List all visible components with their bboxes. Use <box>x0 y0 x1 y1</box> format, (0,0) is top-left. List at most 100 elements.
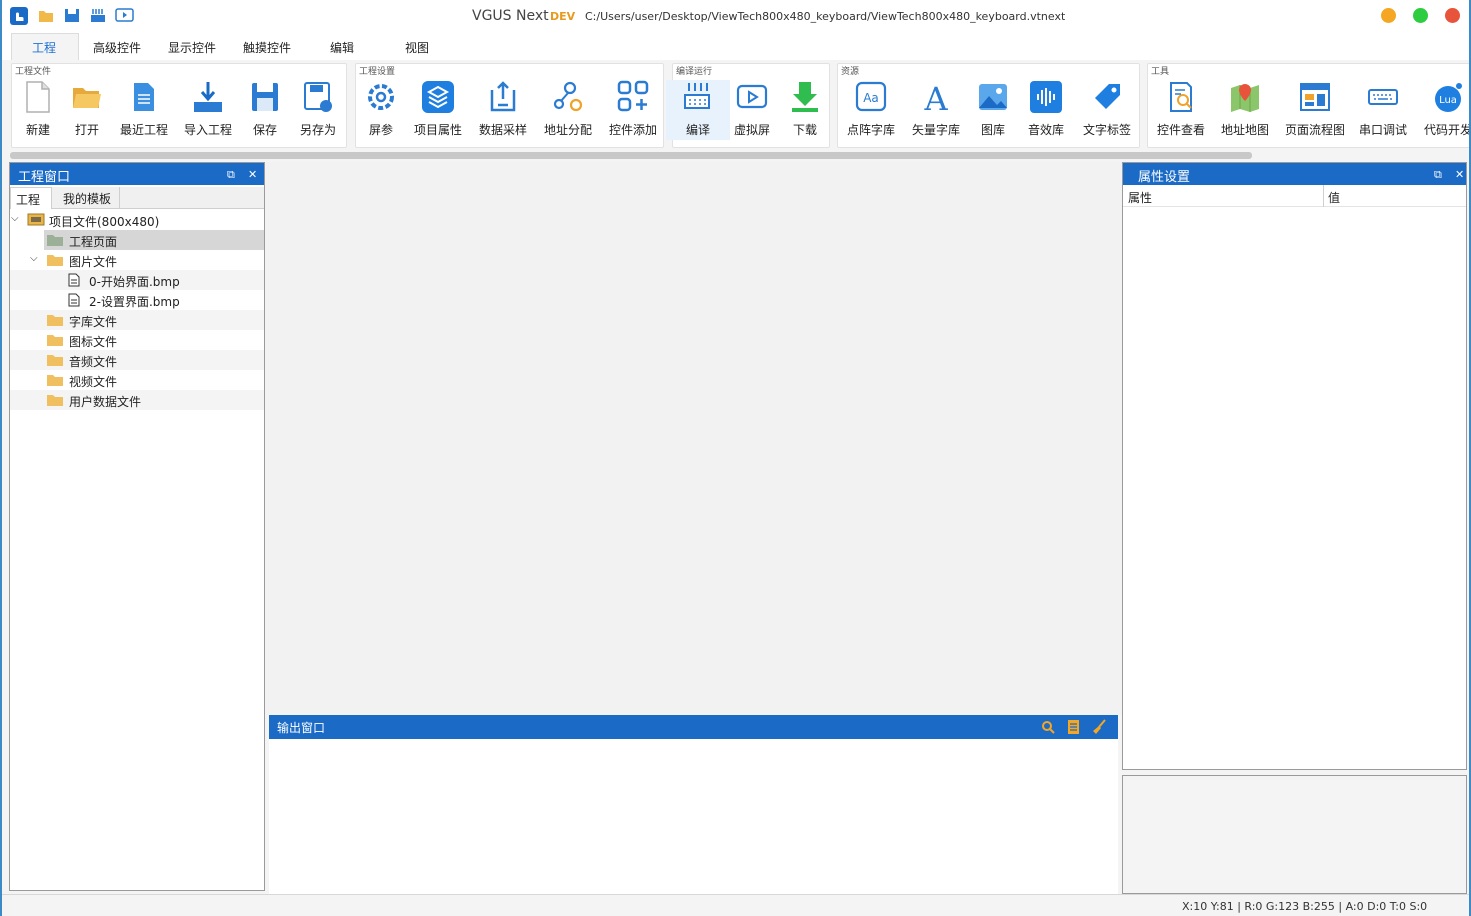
output-panel-header: 输出窗口 <box>269 715 1118 739</box>
open-folder-icon <box>73 88 101 108</box>
page-flowchart-button[interactable]: 页面流程图 <box>1283 80 1347 140</box>
tree-item-pages[interactable]: 工程页面 <box>44 230 264 250</box>
tree-item-file[interactable]: 0-开始界面.bmp <box>10 270 264 290</box>
sound-library-button[interactable]: 音效库 <box>1014 80 1078 140</box>
project-panel-header: 工程窗口 ⧉ ✕ <box>10 163 264 185</box>
menu-bar: 工程 高级控件 显示控件 触摸控件 编辑 视图 <box>2 33 1469 60</box>
close-button[interactable] <box>1445 8 1460 23</box>
tree-item-video[interactable]: 视频文件 <box>10 370 264 390</box>
project-properties-button[interactable]: 项目属性 <box>406 80 470 140</box>
column-divider[interactable] <box>1323 185 1324 207</box>
tree-item-user-data[interactable]: 用户数据文件 <box>10 390 264 410</box>
design-canvas[interactable] <box>266 162 1122 715</box>
panel-title: 输出窗口 <box>277 721 326 735</box>
clear-broom-icon[interactable] <box>1091 719 1107 735</box>
file-path: C:/Users/user/Desktop/ViewTech800x480_ke… <box>585 10 1066 23</box>
page-flowchart-icon <box>1300 83 1330 111</box>
open-button[interactable]: 打开 <box>55 80 119 140</box>
code-dev-button[interactable]: Lua 代码开发 <box>1416 80 1469 140</box>
project-panel-tabs: 工程 我的模板 <box>10 187 264 209</box>
address-allocation-icon <box>553 81 583 112</box>
project-icon <box>27 213 45 226</box>
group-resources: 资源 Aa 点阵字库 A 矢量字库 图库 音效库 文字标签 <box>837 63 1140 148</box>
serial-debug-icon <box>1368 89 1398 105</box>
screen-settings-button[interactable]: 屏参 <box>349 80 413 140</box>
serial-debug-button[interactable]: 串口调试 <box>1351 80 1415 140</box>
tab-touch-widgets[interactable]: 触摸控件 <box>243 39 291 56</box>
recent-project-button[interactable]: 最近工程 <box>112 80 176 140</box>
quick-save-icon[interactable] <box>64 8 80 23</box>
close-icon[interactable]: ✕ <box>248 168 257 181</box>
tree-item-audio[interactable]: 音频文件 <box>10 350 264 370</box>
panel-title: 属性设置 <box>1138 170 1191 185</box>
screen-settings-icon <box>368 84 394 110</box>
file-icon <box>68 293 80 307</box>
quick-open-icon[interactable] <box>38 8 54 23</box>
chevron-down-icon[interactable]: ⌵ <box>11 213 19 224</box>
vector-font-icon: A <box>923 80 948 114</box>
restore-icon[interactable]: ⧉ <box>1434 168 1442 182</box>
ribbon-scrollbar[interactable] <box>10 152 1252 159</box>
folder-icon <box>47 315 63 326</box>
new-file-icon <box>26 81 50 113</box>
text-tag-button[interactable]: 文字标签 <box>1075 80 1139 140</box>
data-sampling-button[interactable]: 数据采样 <box>471 80 535 140</box>
restore-icon[interactable]: ⧉ <box>227 168 235 182</box>
tab-display-widgets[interactable]: 显示控件 <box>168 39 216 56</box>
widget-inspect-button[interactable]: 控件查看 <box>1149 80 1213 140</box>
download-button[interactable]: 下载 <box>773 80 837 140</box>
folder-icon <box>47 355 63 366</box>
close-icon[interactable]: ✕ <box>1455 168 1464 181</box>
tree-item-project[interactable]: ⌵ 项目文件(800x480) <box>10 210 264 230</box>
tree-item-file[interactable]: 2-设置界面.bmp <box>10 290 264 310</box>
bitmap-font-icon: Aa <box>855 81 887 112</box>
tab-my-templates[interactable]: 我的模板 <box>54 187 120 209</box>
quick-preview-icon[interactable] <box>115 8 134 23</box>
tab-edit[interactable]: 编辑 <box>330 39 354 56</box>
address-allocation-button[interactable]: 地址分配 <box>536 80 600 140</box>
property-table-header: 属性 值 <box>1123 185 1466 207</box>
save-icon <box>252 83 278 111</box>
text-tag-icon <box>1095 84 1120 109</box>
app-name: VGUS Next <box>472 8 549 24</box>
minimize-button[interactable] <box>1381 8 1396 23</box>
tree-item-icons[interactable]: 图标文件 <box>10 330 264 350</box>
chevron-down-icon[interactable]: ⌵ <box>30 253 38 264</box>
recent-project-icon <box>134 83 154 111</box>
sound-library-icon <box>1030 81 1062 113</box>
group-title: 编译运行 <box>676 67 713 77</box>
column-header: 值 <box>1328 191 1341 205</box>
save-as-button[interactable]: 另存为 <box>286 80 350 140</box>
group-title: 资源 <box>841 67 860 77</box>
group-project-settings: 工程设置 屏参 项目属性 数据采样 地址分配 控件添加 <box>355 63 664 148</box>
import-project-button[interactable]: 导入工程 <box>176 80 240 140</box>
edition-badge: DEV <box>550 10 576 23</box>
folder-icon <box>47 235 63 246</box>
app-window: VGUS Next DEV C:/Users/user/Desktop/View… <box>0 0 1471 916</box>
tree-item-images[interactable]: ⌵ 图片文件 <box>10 250 264 270</box>
file-icon <box>68 273 80 287</box>
tab-view[interactable]: 视图 <box>405 39 429 56</box>
tree-item-fonts[interactable]: 字库文件 <box>10 310 264 330</box>
maximize-button[interactable] <box>1413 8 1428 23</box>
vector-font-button[interactable]: A 矢量字库 <box>904 80 968 140</box>
quick-compile-icon[interactable] <box>90 8 106 23</box>
output-panel <box>269 739 1118 894</box>
tab-advanced-widgets[interactable]: 高级控件 <box>93 39 141 56</box>
add-widget-icon <box>617 80 649 112</box>
search-icon[interactable] <box>1041 720 1055 734</box>
tab-project-tree[interactable]: 工程 <box>10 187 52 209</box>
group-title: 工程文件 <box>15 67 52 77</box>
log-icon[interactable] <box>1067 719 1080 735</box>
address-map-button[interactable]: 地址地图 <box>1213 80 1277 140</box>
group-project-file: 工程文件 新建 打开 最近工程 导入工程 保存 另存为 <box>11 63 347 148</box>
title-bar: VGUS Next DEV C:/Users/user/Desktop/View… <box>2 0 1469 33</box>
bitmap-font-button[interactable]: Aa 点阵字库 <box>839 80 903 140</box>
folder-icon <box>47 255 63 266</box>
svg-text:Aa: Aa <box>863 91 879 105</box>
add-widget-button[interactable]: 控件添加 <box>601 80 665 140</box>
status-text: X:10 Y:81 | R:0 G:123 B:255 | A:0 D:0 T:… <box>1182 900 1428 913</box>
download-icon <box>792 82 818 112</box>
touch-app-icon[interactable] <box>10 7 28 25</box>
tab-project[interactable]: 工程 <box>11 33 79 60</box>
